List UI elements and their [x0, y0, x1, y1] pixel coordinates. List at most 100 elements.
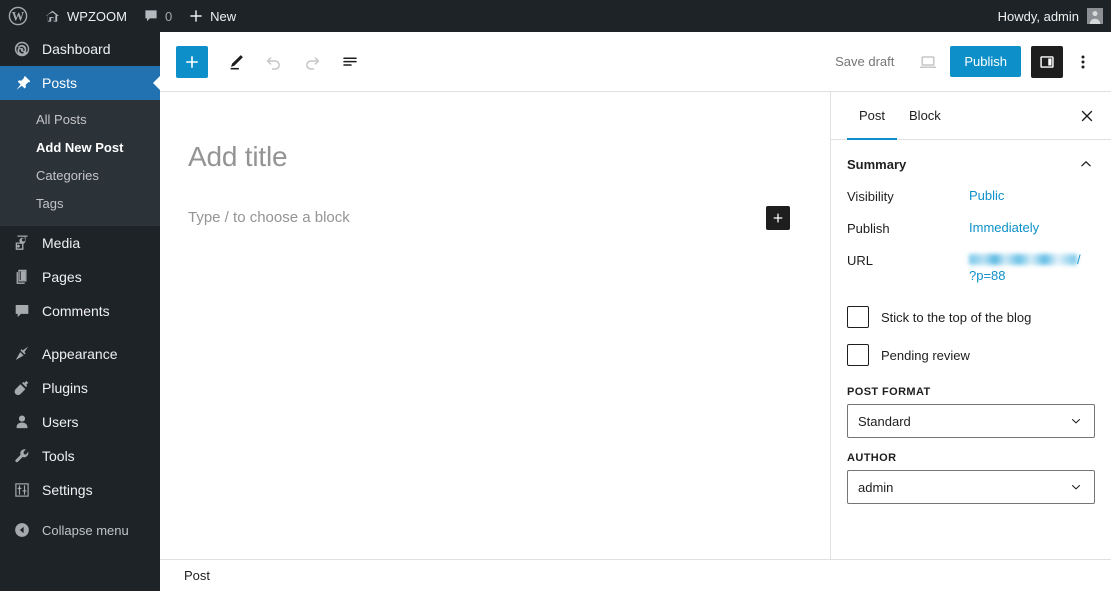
sidebar-item-users[interactable]: Users [0, 405, 160, 439]
wordpress-logo-button[interactable]: W [0, 0, 36, 32]
url-query: ?p=88 [969, 268, 1006, 283]
block-appender-button[interactable] [766, 205, 790, 230]
post-format-select[interactable]: Standard [847, 404, 1095, 438]
publish-button[interactable]: Publish [950, 46, 1021, 77]
editor-header-toolbar: Save draft Publish [160, 32, 1111, 92]
sidebar-item-label: Posts [42, 75, 78, 91]
sidebar-item-posts[interactable]: Posts [0, 66, 161, 100]
visibility-value-button[interactable]: Public [969, 188, 1004, 203]
editor-body: Add title Type / to choose a block Post … [160, 92, 1111, 559]
sidebar-item-appearance[interactable]: Appearance [0, 337, 160, 371]
url-label: URL [847, 253, 874, 268]
sidebar-item-tools[interactable]: Tools [0, 439, 160, 473]
svg-text:W: W [12, 10, 25, 24]
posts-submenu: All Posts Add New Post Categories Tags [0, 100, 160, 226]
document-overview-button[interactable] [332, 44, 368, 80]
url-row: URL / ?p=88 [847, 252, 1095, 284]
comments-count: 0 [164, 8, 173, 24]
post-format-label: POST FORMAT [847, 386, 931, 398]
user-avatar-icon [1087, 8, 1103, 24]
post-settings-sidebar: Post Block Summary Visibility Public Pub… [830, 92, 1111, 559]
dashboard-gauge-icon [12, 40, 32, 58]
author-select[interactable]: admin [847, 470, 1095, 504]
redo-button[interactable] [294, 44, 330, 80]
post-canvas[interactable]: Add title Type / to choose a block [160, 92, 830, 559]
sidebar-item-label: Users [42, 414, 79, 430]
account-menu[interactable]: Howdy, admin [998, 8, 1111, 24]
url-value-button[interactable]: / ?p=88 [969, 252, 1081, 284]
publish-value-button[interactable]: Immediately [969, 220, 1039, 235]
pending-review-row[interactable]: Pending review [847, 344, 1095, 366]
sidebar-item-label: Tools [42, 448, 75, 464]
sidebar-item-settings[interactable]: Settings [0, 473, 160, 507]
sidebar-item-media[interactable]: Media [0, 226, 160, 260]
site-name-button[interactable]: WPZOOM [36, 0, 135, 32]
preview-button[interactable] [910, 44, 946, 80]
sidebar-item-label: Plugins [42, 380, 88, 396]
sidebar-item-plugins[interactable]: Plugins [0, 371, 160, 405]
author-value: admin [858, 479, 894, 495]
sticky-post-row[interactable]: Stick to the top of the blog [847, 306, 1095, 328]
sidebar-item-all-posts[interactable]: All Posts [0, 106, 160, 134]
settings-panel-toggle-button[interactable] [1031, 45, 1063, 78]
sidebar-item-label: Dashboard [42, 41, 111, 57]
sidebar-item-comments[interactable]: Comments [0, 294, 160, 328]
chevron-up-icon [1077, 155, 1095, 173]
editor-tools-group [218, 44, 368, 80]
close-settings-button[interactable] [1063, 92, 1111, 139]
post-format-value: Standard [858, 413, 911, 429]
new-label: New [210, 8, 237, 24]
post-title-input[interactable]: Add title [188, 140, 802, 174]
publish-row: Publish Immediately [847, 220, 1095, 236]
pending-review-checkbox[interactable] [847, 344, 869, 366]
paintbrush-icon [12, 345, 32, 363]
wordpress-logo-icon: W [8, 6, 28, 26]
site-name-label: WPZOOM [67, 8, 127, 24]
sidebar-item-label: Comments [42, 303, 110, 319]
breadcrumb-post[interactable]: Post [184, 568, 210, 583]
user-icon [12, 413, 32, 431]
media-icon [12, 234, 32, 252]
sidebar-item-label: Settings [42, 482, 93, 498]
block-editor: Save draft Publish Add title Type / to c… [160, 32, 1111, 591]
chevron-down-icon [1068, 479, 1084, 495]
more-options-button[interactable] [1067, 44, 1099, 80]
sidebar-item-dashboard[interactable]: Dashboard [0, 32, 160, 66]
howdy-label: Howdy, admin [997, 8, 1079, 24]
comments-button[interactable]: 0 [135, 0, 180, 32]
sidebar-item-categories[interactable]: Categories [0, 162, 160, 190]
edit-tool-button[interactable] [218, 44, 254, 80]
default-block-row: Type / to choose a block [188, 205, 802, 230]
save-draft-button[interactable]: Save draft [823, 48, 906, 75]
settings-tablist: Post Block [831, 92, 1111, 140]
sidebar-item-pages[interactable]: Pages [0, 260, 160, 294]
summary-panel-body: Visibility Public Publish Immediately UR… [831, 188, 1111, 518]
editor-footer-breadcrumb: Post [160, 559, 1111, 590]
block-placeholder-text[interactable]: Type / to choose a block [188, 209, 350, 226]
sticky-post-label: Stick to the top of the blog [881, 309, 1032, 325]
collapse-arrow-icon [12, 521, 32, 539]
sidebar-item-label: Appearance [42, 346, 118, 362]
undo-button[interactable] [256, 44, 292, 80]
comment-bubble-icon [12, 302, 32, 320]
editor-actions-group: Save draft Publish [823, 44, 1099, 80]
menu-separator [0, 328, 160, 337]
sticky-post-checkbox[interactable] [847, 306, 869, 328]
block-inserter-button[interactable] [176, 45, 208, 78]
admin-bar: W WPZOOM 0 New Howdy, admin [0, 0, 1111, 32]
plus-icon [188, 8, 204, 24]
chevron-down-icon [1068, 413, 1084, 429]
collapse-menu-button[interactable]: Collapse menu [0, 513, 160, 547]
plug-icon [12, 379, 32, 397]
new-content-button[interactable]: New [180, 0, 244, 32]
summary-panel-header[interactable]: Summary [831, 140, 1111, 188]
tab-block[interactable]: Block [897, 92, 953, 139]
sidebar-item-label: Pages [42, 269, 82, 285]
sliders-icon [12, 481, 32, 499]
home-icon [44, 8, 61, 25]
tab-post[interactable]: Post [847, 92, 898, 140]
sidebar-item-label: Media [42, 235, 81, 251]
sidebar-item-add-new-post[interactable]: Add New Post [0, 134, 160, 162]
url-redacted-domain [969, 254, 1077, 265]
sidebar-item-tags[interactable]: Tags [0, 190, 160, 218]
